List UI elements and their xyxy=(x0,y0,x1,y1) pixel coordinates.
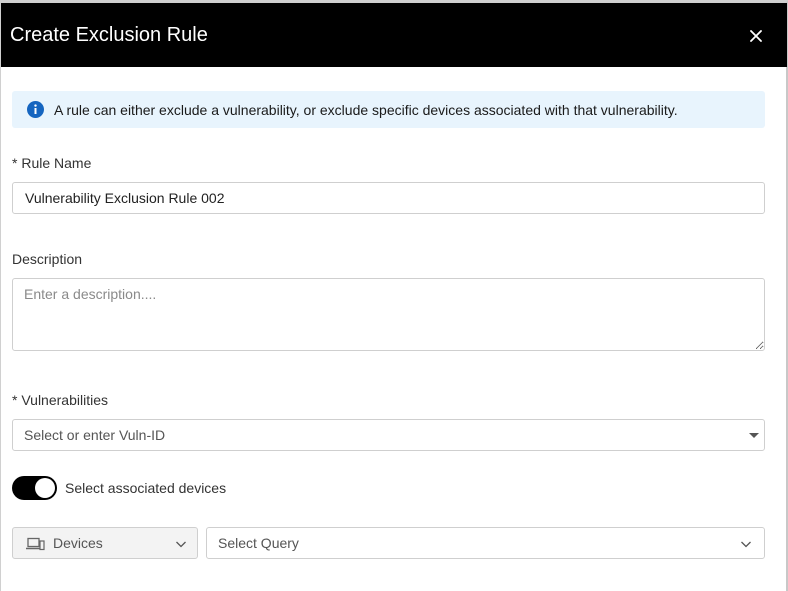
query-select-placeholder: Select Query xyxy=(218,535,299,551)
create-exclusion-rule-dialog: Create Exclusion Rule A rule can either … xyxy=(0,0,788,591)
description-textarea[interactable] xyxy=(12,278,765,351)
vulnerabilities-label: * Vulnerabilities xyxy=(12,392,108,408)
caret-down-icon xyxy=(749,433,759,438)
description-label: Description xyxy=(12,251,83,267)
query-select[interactable]: Select Query xyxy=(206,527,765,559)
rule-name-input[interactable]: Vulnerability Exclusion Rule 002 xyxy=(12,182,765,214)
vulnerabilities-select[interactable]: Select or enter Vuln-ID xyxy=(12,419,765,451)
associated-devices-toggle[interactable] xyxy=(12,476,57,500)
toggle-knob xyxy=(35,478,55,498)
dialog-title: Create Exclusion Rule xyxy=(10,24,208,46)
laptop-icon xyxy=(26,537,45,551)
info-message: A rule can either exclude a vulnerabilit… xyxy=(54,102,678,118)
chevron-down-icon xyxy=(176,541,186,548)
info-banner: A rule can either exclude a vulnerabilit… xyxy=(12,91,765,128)
associated-devices-label: Select associated devices xyxy=(65,480,227,496)
devices-select[interactable]: Devices xyxy=(12,527,198,559)
info-icon xyxy=(27,101,44,118)
vulnerabilities-placeholder: Select or enter Vuln-ID xyxy=(24,427,166,443)
dialog-header: Create Exclusion Rule xyxy=(1,3,787,67)
chevron-down-icon xyxy=(741,541,751,548)
devices-select-value: Devices xyxy=(53,535,103,551)
rule-name-label: * Rule Name xyxy=(12,155,92,171)
close-icon xyxy=(750,30,762,42)
close-button[interactable] xyxy=(745,25,767,47)
